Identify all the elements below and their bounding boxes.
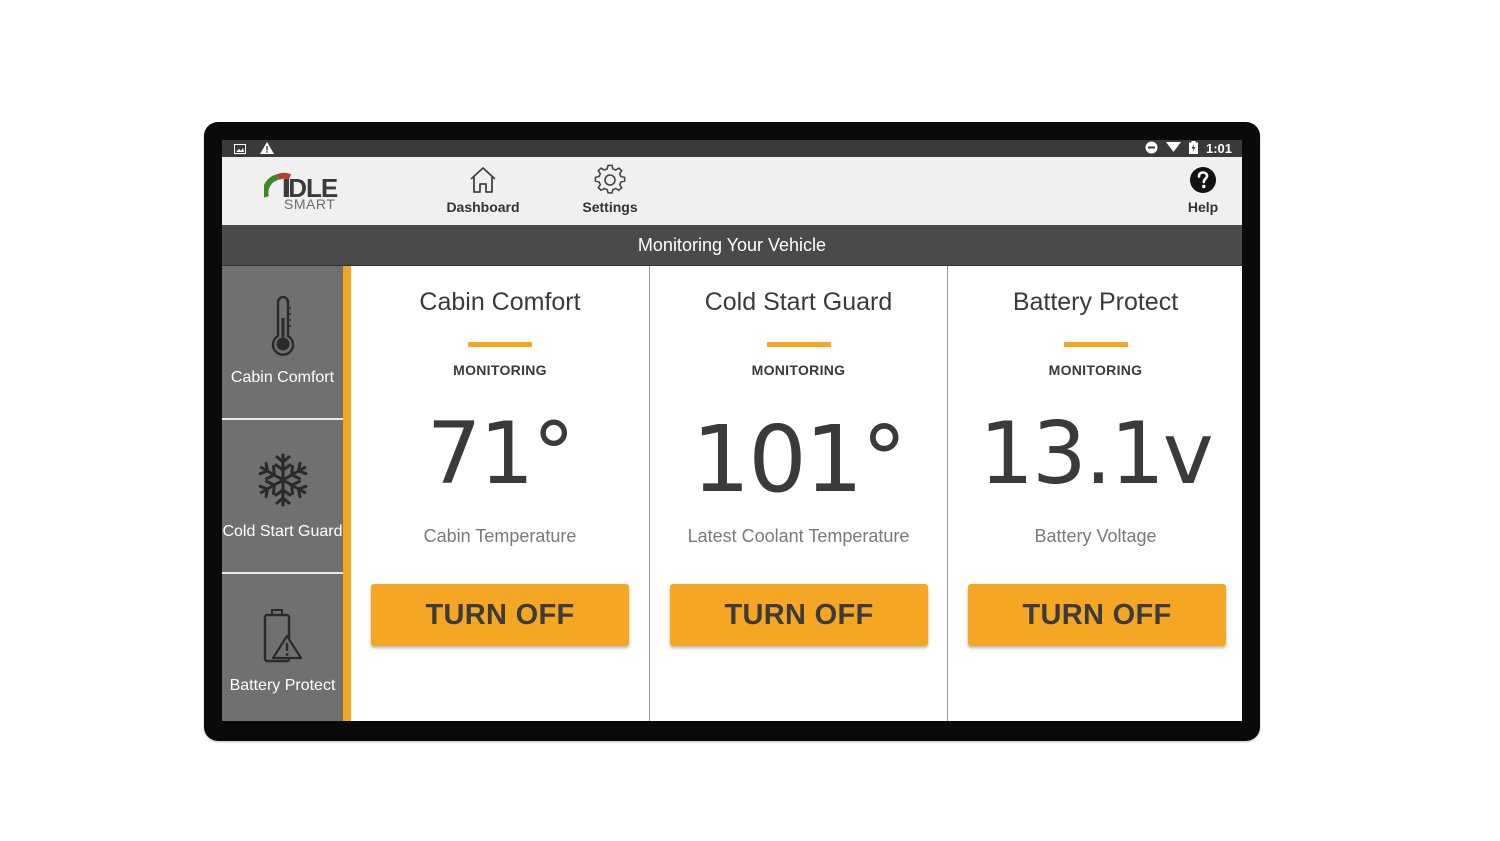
- idle-smart-logo: IDLE SMART: [264, 171, 344, 212]
- cold-start-guard-turn-off-button[interactable]: TURN OFF: [670, 584, 928, 646]
- dashboard-button[interactable]: Dashboard: [438, 163, 528, 221]
- tablet-frame: 1:01 IDLE SMART Dashboard Settings Help …: [204, 122, 1260, 741]
- card-divider: [1063, 342, 1128, 347]
- help-button[interactable]: Help: [1158, 163, 1242, 221]
- settings-button[interactable]: Settings: [565, 163, 655, 221]
- card-caption: Cabin Temperature: [423, 526, 577, 546]
- sidebar-item-battery-protect[interactable]: Battery Protect: [222, 574, 343, 721]
- sidebar-item-cold-start-guard[interactable]: Cold Start Guard: [222, 420, 343, 574]
- sidebar-active-indicator: [343, 266, 351, 721]
- monitor-cards: Cabin Comfort MONITORING 71° Cabin Tempe…: [351, 266, 1242, 721]
- card-status: MONITORING: [1048, 362, 1143, 378]
- wifi-icon: [1165, 141, 1181, 156]
- card-title: Battery Protect: [1012, 288, 1179, 316]
- status-bar: 1:01: [222, 140, 1242, 157]
- screen: 1:01 IDLE SMART Dashboard Settings Help …: [222, 140, 1242, 721]
- page-title-bar: Monitoring Your Vehicle: [222, 225, 1242, 266]
- settings-label: Settings: [582, 199, 638, 215]
- battery-warning-icon: [263, 609, 302, 663]
- sidebar-item-cabin-comfort[interactable]: Cabin Comfort: [222, 266, 343, 420]
- card-battery-protect: Battery Protect MONITORING 13.1v Battery…: [947, 266, 1242, 721]
- card-divider: [468, 342, 532, 347]
- do-not-disturb-icon: [1145, 141, 1158, 157]
- thermometer-icon: [271, 296, 294, 356]
- card-caption: Latest Coolant Temperature: [687, 526, 910, 546]
- dashboard-label: Dashboard: [446, 199, 520, 215]
- card-value: 71°: [426, 404, 575, 504]
- card-cold-start-guard: Cold Start Guard MONITORING 101° Latest …: [649, 266, 947, 721]
- sidebar-item-label: Cold Start Guard: [222, 523, 343, 540]
- card-status: MONITORING: [453, 362, 547, 378]
- sidebar: Cabin Comfort Cold Start Guard Battery P…: [222, 266, 343, 721]
- card-caption: Battery Voltage: [1034, 526, 1157, 546]
- status-time: 1:01: [1205, 141, 1232, 156]
- card-divider: [766, 342, 831, 347]
- sidebar-item-label: Cabin Comfort: [230, 369, 335, 386]
- home-icon: [470, 167, 496, 193]
- help-label: Help: [1187, 199, 1219, 215]
- cabin-comfort-turn-off-button[interactable]: TURN OFF: [371, 584, 629, 646]
- card-cabin-comfort: Cabin Comfort MONITORING 71° Cabin Tempe…: [351, 266, 649, 721]
- page-title: Monitoring Your Vehicle: [637, 234, 827, 255]
- gear-icon: [594, 164, 626, 194]
- card-title: Cabin Comfort: [419, 288, 581, 316]
- battery-status-icon: [1188, 140, 1198, 157]
- logo-word-smart: SMART: [284, 196, 336, 212]
- warning-notification-icon: [260, 142, 274, 157]
- image-notification-icon: [234, 142, 246, 157]
- card-value: 101°: [691, 406, 908, 513]
- sidebar-item-label: Battery Protect: [229, 677, 336, 694]
- card-value: 13.1v: [979, 404, 1213, 504]
- card-status: MONITORING: [751, 362, 846, 378]
- app-bar: IDLE SMART Dashboard Settings Help: [222, 157, 1242, 225]
- snowflake-icon: [255, 453, 310, 507]
- card-title: Cold Start Guard: [704, 288, 893, 316]
- help-icon: [1190, 167, 1216, 193]
- battery-protect-turn-off-button[interactable]: TURN OFF: [968, 584, 1226, 646]
